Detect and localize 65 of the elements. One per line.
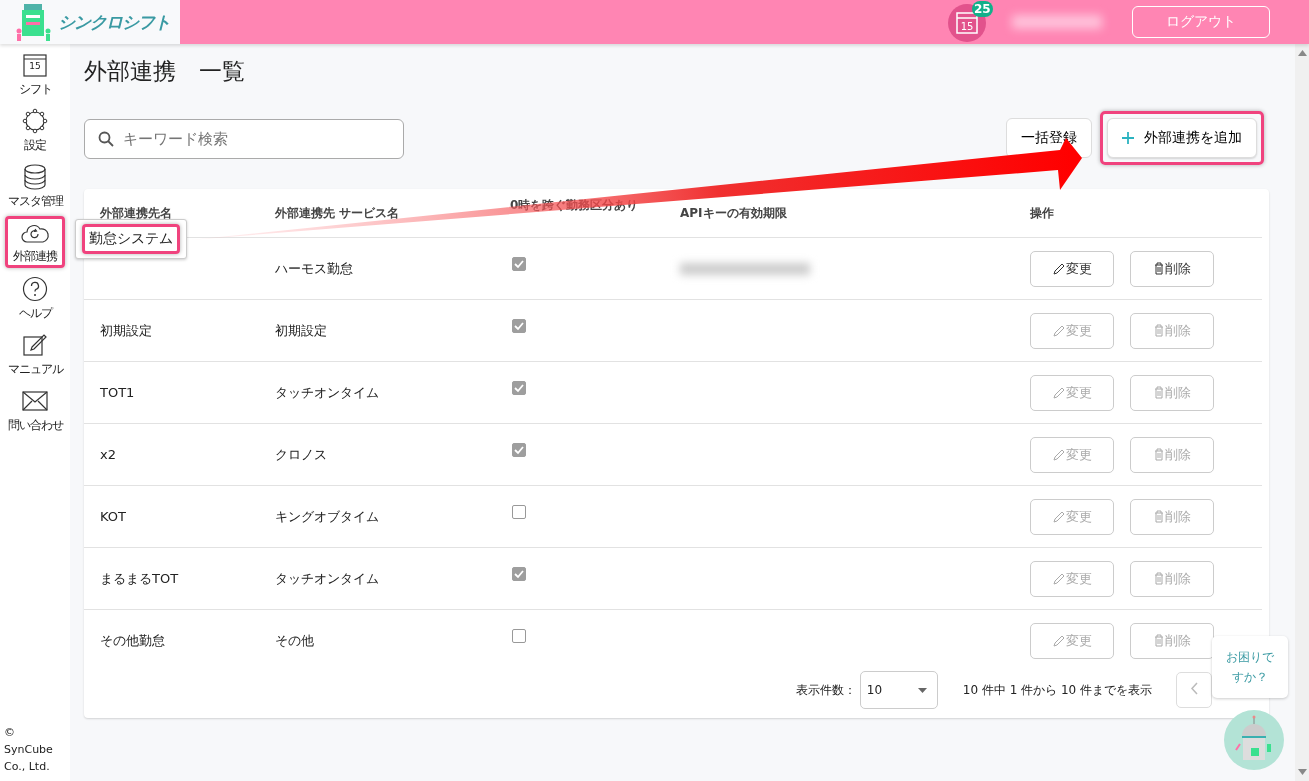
trash-icon bbox=[1153, 572, 1164, 585]
tooltip-text: 勤怠システム bbox=[82, 224, 180, 254]
dropdown-caret-icon bbox=[917, 687, 927, 693]
trash-icon bbox=[1153, 262, 1164, 275]
table-cell-text: TOT1 bbox=[100, 385, 136, 400]
pencil-icon bbox=[1052, 634, 1065, 647]
table-cell-text: クロノス bbox=[275, 445, 328, 464]
chevron-left-icon bbox=[1190, 682, 1198, 695]
search-icon bbox=[98, 131, 114, 147]
sidebar-item[interactable]: ヘルプ bbox=[5, 272, 65, 324]
sidebar-icon bbox=[23, 162, 47, 191]
table-cell-text: タッチオンタイム bbox=[275, 569, 380, 588]
sidebar-item[interactable]: 設定 bbox=[5, 104, 65, 156]
robot-avatar-drawing[interactable] bbox=[1224, 710, 1284, 770]
table-cell-text: その他 bbox=[275, 631, 315, 650]
sidebar-icon bbox=[22, 106, 48, 135]
trash-icon bbox=[1153, 386, 1164, 399]
checkbox[interactable] bbox=[512, 256, 526, 271]
pencil-icon bbox=[1052, 262, 1065, 275]
plus-icon bbox=[1122, 132, 1134, 144]
trash-icon bbox=[1153, 448, 1164, 461]
pencil-icon bbox=[1052, 386, 1065, 399]
column-header: 外部連携先 サービス名 bbox=[275, 204, 401, 222]
scrollbar[interactable] bbox=[1295, 44, 1309, 781]
search-field[interactable]: キーワード検索 bbox=[84, 119, 404, 159]
pencil-icon bbox=[1052, 448, 1065, 461]
scroll-up-icon bbox=[1297, 50, 1307, 56]
trash-icon bbox=[1153, 634, 1164, 647]
page-title: 外部連携 一覧 bbox=[84, 57, 246, 86]
pencil-icon bbox=[1052, 572, 1065, 585]
edit-button[interactable]: 変更 bbox=[1030, 250, 1114, 287]
copyright: © SynCube Co., Ltd. bbox=[4, 725, 54, 775]
column-header: APIキーの有効期限 bbox=[680, 204, 788, 222]
column-header: 操作 bbox=[1030, 204, 1055, 222]
pagination-summary: 10 件中 1 件から 10 件までを表示 bbox=[962, 681, 1152, 699]
previous-page-button[interactable] bbox=[1176, 672, 1212, 708]
help-bubble[interactable]: お困りですか？ bbox=[1212, 636, 1288, 698]
sidebar-item[interactable]: マニュアル bbox=[5, 328, 65, 380]
pencil-icon bbox=[1052, 510, 1065, 523]
table-cell-text: タッチオンタイム bbox=[275, 383, 380, 402]
sidebar-icon bbox=[22, 274, 48, 303]
table-cell-text: 初期設定 bbox=[100, 321, 153, 340]
table-cell-text: x2 bbox=[100, 447, 117, 462]
table-cell-text: 初期設定 bbox=[275, 321, 328, 340]
trash-icon bbox=[1153, 510, 1164, 523]
calendar-day: 15 bbox=[960, 20, 974, 32]
add-button[interactable]: 外部連携を追加 bbox=[1107, 118, 1257, 158]
logo-text: シンクロシフト bbox=[58, 10, 170, 34]
table-cell-text: その他勤怠 bbox=[100, 631, 166, 650]
scroll-down-icon bbox=[1297, 769, 1307, 775]
table-cell-text: KOT bbox=[100, 509, 127, 524]
notification-badge: 25 bbox=[972, 1, 993, 17]
sidebar-item[interactable]: マスタ管理 bbox=[5, 160, 65, 212]
sidebar-item[interactable]: 問い合わせ bbox=[5, 384, 65, 436]
per-page-select[interactable]: 10 bbox=[859, 671, 938, 709]
trash-icon bbox=[1153, 324, 1164, 337]
table-cell-text: まるまるTOT bbox=[100, 569, 180, 588]
logout-button[interactable]: ログアウト bbox=[1132, 6, 1270, 38]
calendar-icon bbox=[956, 12, 978, 34]
table-cell-text: キングオブタイム bbox=[275, 507, 380, 526]
per-page-label: 表示件数： bbox=[795, 681, 856, 699]
sidebar-item[interactable]: 15 シフト bbox=[5, 48, 65, 100]
delete-button[interactable]: 削除 bbox=[1130, 250, 1214, 287]
table-cell-text: ハーモス勤怠 bbox=[275, 259, 354, 278]
pencil-icon bbox=[1052, 324, 1065, 337]
